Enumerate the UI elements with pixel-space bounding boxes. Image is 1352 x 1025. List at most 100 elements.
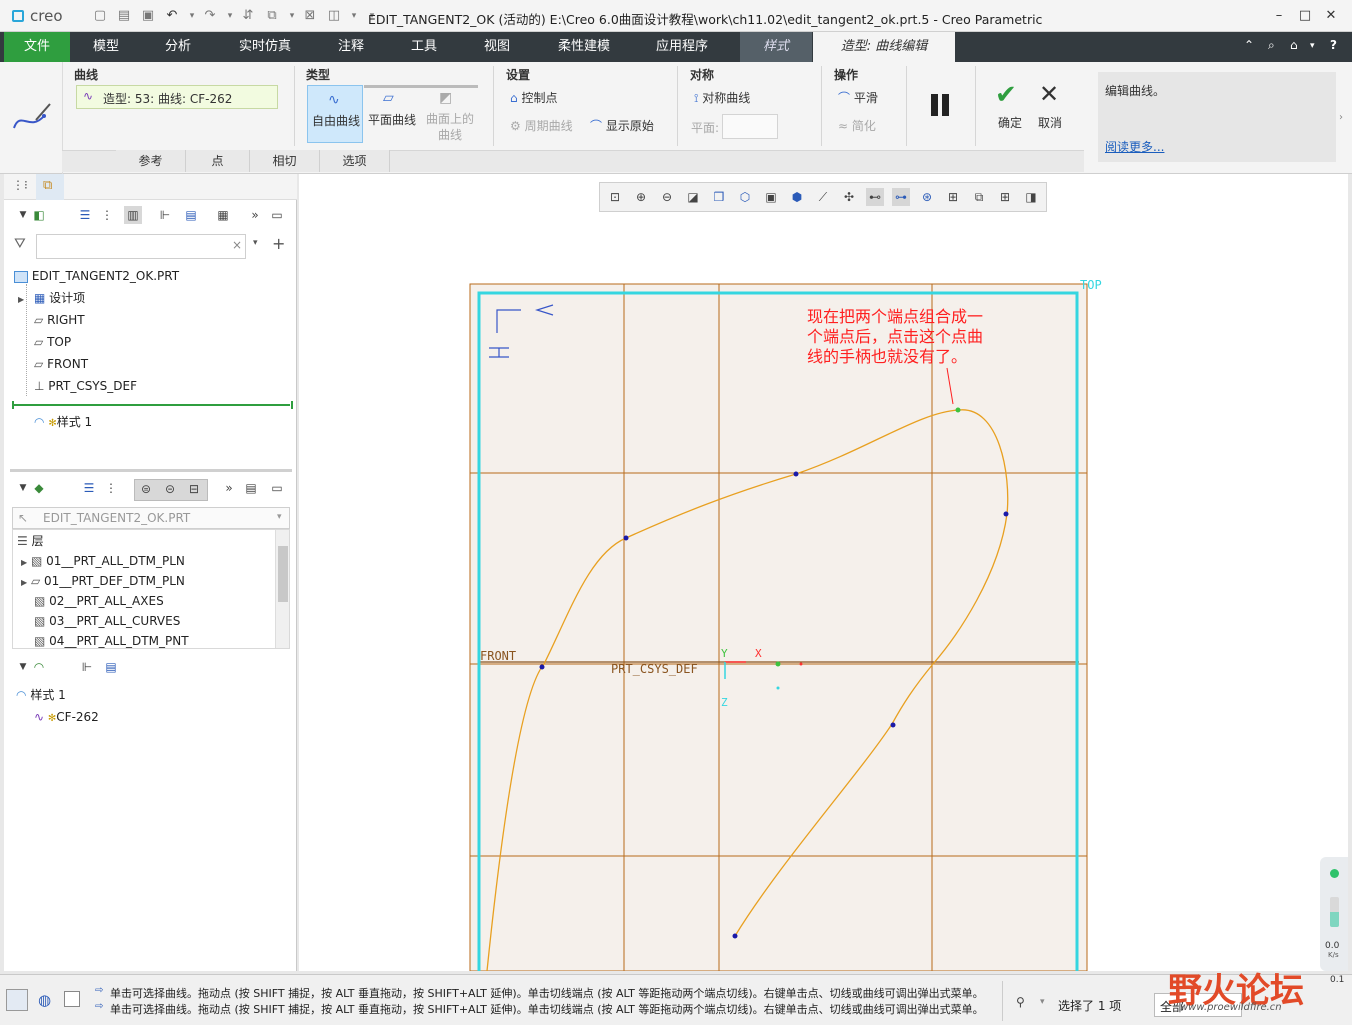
panel-splitter[interactable]	[10, 469, 292, 472]
smooth-button[interactable]: ⌒ 平滑	[838, 89, 878, 106]
style-tree-settings-icon[interactable]: ⊩	[78, 658, 96, 676]
tab-tools[interactable]: 工具	[394, 32, 454, 62]
layer-properties-icon[interactable]: ▤	[242, 479, 260, 497]
tab-style[interactable]: 样式	[740, 32, 812, 62]
style-tree-root[interactable]: ◠ 样式 1	[16, 684, 66, 706]
layer-isolate-icon[interactable]: ⊟	[185, 480, 203, 498]
layer-header[interactable]: ☰ 层	[17, 530, 44, 552]
undo-dropdown-icon[interactable]: ▾	[184, 8, 200, 24]
tab-applications[interactable]: 应用程序	[644, 32, 720, 62]
open-file-icon[interactable]: ▤	[116, 8, 132, 24]
find-dropdown-icon[interactable]: ▾	[1040, 997, 1045, 1007]
tree-item-right[interactable]: ▱ RIGHT	[34, 309, 85, 331]
ribbon-scroll-icon[interactable]: ›	[1339, 112, 1343, 123]
close-button[interactable]: ✕	[1320, 6, 1342, 26]
navigator-toggle-icon[interactable]	[6, 989, 28, 1011]
curve-on-surface-button[interactable]: ◩ 曲面上的曲线	[421, 85, 477, 143]
tab-analysis[interactable]: 分析	[146, 32, 210, 62]
windows-icon[interactable]: ⧉	[264, 8, 280, 24]
help-icon[interactable]: ?	[1330, 38, 1337, 52]
ok-button[interactable]: ✔ 确定	[992, 80, 1028, 130]
undo-icon[interactable]: ↶	[164, 8, 180, 24]
model-canvas[interactable]	[299, 174, 1348, 971]
tree-more-icon[interactable]: »	[246, 206, 264, 224]
layer-row[interactable]: ▧ 03__PRT_ALL_CURVES	[34, 610, 180, 632]
save-icon[interactable]: ▣	[140, 8, 156, 24]
show-original-button[interactable]: ⌒ 显示原始	[590, 117, 654, 134]
minimize-button[interactable]: –	[1268, 6, 1290, 26]
tree-export-icon[interactable]: ▭	[268, 206, 286, 224]
add-column-icon[interactable]: +	[272, 234, 285, 253]
layer-more-icon[interactable]: »	[220, 479, 238, 497]
symmetric-curve-button[interactable]: ⟟ 对称曲线	[694, 89, 750, 106]
tree-item-csys[interactable]: ⊥ PRT_CSYS_DEF	[34, 375, 137, 397]
control-points-button[interactable]: ⌂ 控制点	[510, 89, 557, 106]
layer-row[interactable]: ▶ ▱ 01__PRT_DEF_DTM_PLN	[21, 570, 185, 592]
tree-settings-icon[interactable]: ⊩	[156, 206, 174, 224]
collapse-ribbon-icon[interactable]: ⌃	[1244, 38, 1254, 52]
tab-flexible-modeling[interactable]: 柔性建模	[544, 32, 624, 62]
tree-item-top[interactable]: ▱ TOP	[34, 331, 71, 353]
tree-item-style[interactable]: ◠ ✻样式 1	[34, 411, 92, 433]
tree-columns-icon[interactable]: ☰	[76, 206, 94, 224]
tree-item-front[interactable]: ▱ FRONT	[34, 353, 88, 375]
tree-search-input[interactable]	[36, 234, 246, 259]
model-tree-tab-icon[interactable]: ⋮⁝	[12, 178, 28, 192]
periodic-curve-button[interactable]: ⚙ 周期曲线	[510, 117, 573, 134]
freeform-curve-button[interactable]: ∿ 自由曲线	[307, 85, 363, 143]
tree-item-design-items[interactable]: ▶ ▦ 设计项	[18, 287, 85, 309]
windows-dropdown-icon[interactable]: ▾	[284, 8, 300, 24]
layer-export-icon[interactable]: ▭	[268, 479, 286, 497]
layer-model-select[interactable]: ↖ EDIT_TANGENT2_OK.PRT ▾	[12, 507, 290, 529]
learning-dropdown-icon[interactable]: ▾	[1310, 41, 1315, 51]
tab-view[interactable]: 视图	[468, 32, 526, 62]
tab-references[interactable]: 参考	[116, 150, 186, 172]
simplify-button[interactable]: ≈ 简化	[838, 117, 876, 134]
layer-show-icon[interactable]: ⊜	[137, 480, 155, 498]
search-dropdown-icon[interactable]: ▾	[253, 238, 258, 248]
tab-file[interactable]: 文件	[4, 32, 70, 62]
tab-options[interactable]: 选项	[320, 150, 390, 172]
cancel-button[interactable]: ✕ 取消	[1034, 80, 1070, 130]
tree-filter-icon[interactable]: ⋮	[98, 206, 116, 224]
layer-list-icon[interactable]: ☰	[80, 479, 98, 497]
tab-tangent[interactable]: 相切	[250, 150, 320, 172]
tab-simulate[interactable]: 实时仿真	[228, 32, 302, 62]
layer-scrollbar[interactable]	[275, 530, 289, 648]
layer-row[interactable]: ▶ ▧ 01__PRT_ALL_DTM_PLN	[21, 550, 185, 572]
regenerate-icon[interactable]: ⇵	[240, 8, 256, 24]
read-more-link[interactable]: 阅读更多...	[1105, 138, 1164, 155]
browser-toggle-icon[interactable]: ◍	[38, 991, 51, 1009]
curve-reference-field[interactable]: ∿ 造型: 53: 曲线: CF-262	[76, 85, 278, 109]
close-window-icon[interactable]: ⊠	[302, 8, 318, 24]
style-tree-icon[interactable]: ◠	[30, 658, 48, 676]
maximize-button[interactable]: □	[1294, 6, 1316, 26]
pause-button[interactable]	[929, 94, 953, 118]
search-icon[interactable]: ⌕	[1268, 38, 1275, 53]
new-file-icon[interactable]: ▢	[92, 8, 108, 24]
insert-indicator[interactable]	[14, 404, 290, 406]
redo-icon[interactable]: ↷	[202, 8, 218, 24]
find-icon[interactable]: ⚲	[1016, 995, 1025, 1009]
tree-root[interactable]: EDIT_TANGENT2_OK.PRT	[14, 265, 179, 287]
customize-dropdown-icon[interactable]: ▾	[346, 8, 362, 24]
tab-points[interactable]: 点	[186, 150, 250, 172]
tab-annotate[interactable]: 注释	[320, 32, 382, 62]
tab-curve-edit[interactable]: 造型: 曲线编辑	[813, 32, 955, 62]
model-tree-icon[interactable]: ◧	[30, 206, 48, 224]
layer-icon[interactable]: ◆	[30, 479, 48, 497]
tree-details-icon[interactable]: ▦	[214, 206, 232, 224]
tab-model[interactable]: 模型	[74, 32, 138, 62]
expand-icon[interactable]: ▶	[18, 295, 24, 304]
tree-show-icon[interactable]: ▤	[182, 206, 200, 224]
layer-hide-icon[interactable]: ⊝	[161, 480, 179, 498]
layer-tab[interactable]: ⧉	[36, 174, 64, 200]
filter-icon[interactable]: ⛛	[14, 236, 26, 252]
style-tree-curve[interactable]: ∿ ✻CF-262	[34, 706, 99, 728]
style-tree-show-icon[interactable]: ▤	[102, 658, 120, 676]
layer-row[interactable]: ▧ 02__PRT_ALL_AXES	[34, 590, 164, 612]
learning-icon[interactable]: ⌂	[1290, 38, 1298, 52]
layer-filter-icon[interactable]: ⋮	[102, 479, 120, 497]
symmetry-plane-field[interactable]	[722, 114, 778, 139]
layer-row[interactable]: ▧ 04__PRT_ALL_DTM_PNT	[34, 630, 189, 648]
